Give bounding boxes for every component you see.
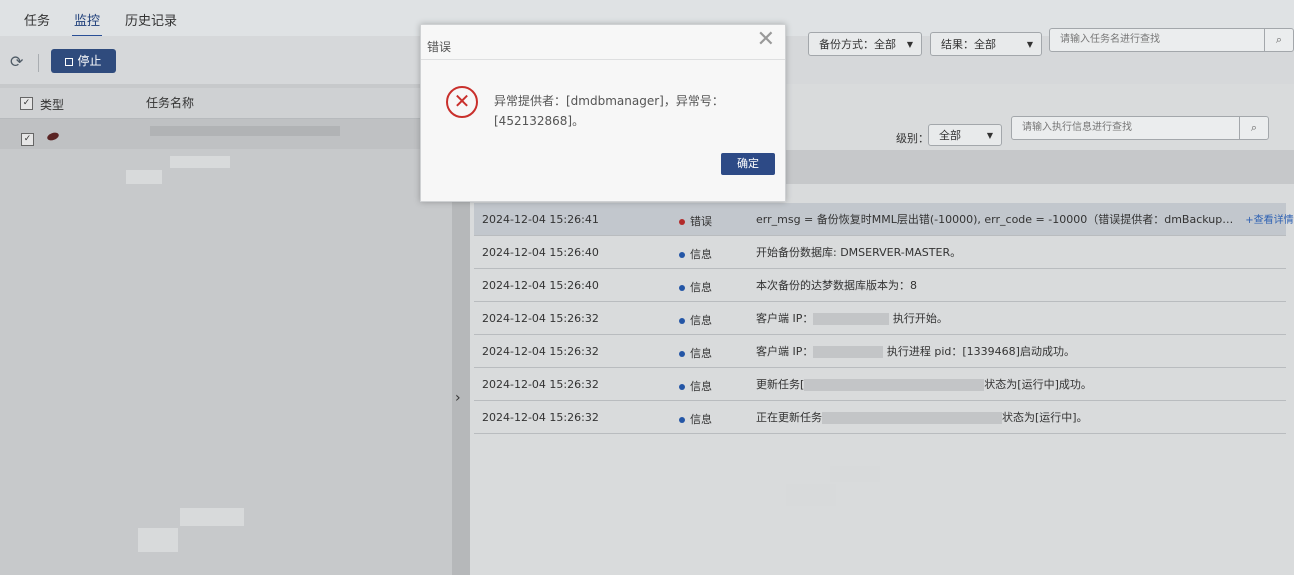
ok-button[interactable]: 确定 <box>721 153 775 175</box>
info-dot-icon <box>679 417 685 423</box>
refresh-icon[interactable]: ⟳ <box>10 54 26 70</box>
toolbar-divider <box>38 54 39 72</box>
log-row[interactable]: 2024-12-04 15:26:32 信息 正在更新任务 状态为[运行中]。 <box>474 401 1286 434</box>
dialog-title: 错误 <box>427 40 452 54</box>
col-type: 类型 <box>40 98 65 112</box>
error-dialog: 错误 ✕ ✕ 异常提供者：[dmdbmanager]，异常号：[45213286… <box>420 24 786 202</box>
redaction-mark <box>126 170 162 184</box>
log-message: 开始备份数据库: DMSERVER-MASTER。 <box>756 246 962 259</box>
search-icon[interactable]: ⌕ <box>1239 117 1268 139</box>
info-dot-icon <box>679 351 685 357</box>
redaction-mark <box>138 528 178 552</box>
chevron-right-icon[interactable]: › <box>455 390 461 406</box>
log-time: 2024-12-04 15:26:32 <box>482 411 599 424</box>
tab-tasks[interactable]: 任务 <box>24 10 50 29</box>
redacted-task-name <box>822 412 1002 424</box>
search-icon[interactable]: ⌕ <box>1264 29 1293 51</box>
log-time: 2024-12-04 15:26:32 <box>482 312 599 325</box>
result-select[interactable]: 结果：全部 ▼ <box>930 32 1042 56</box>
tab-monitor[interactable]: 监控 <box>71 10 103 37</box>
dialog-title-bar: 错误 ✕ <box>421 25 785 60</box>
log-level: 错误 <box>679 213 712 229</box>
level-value: 全部 <box>939 129 961 142</box>
task-grid-header: ✓ 类型 任务名称 <box>0 88 452 119</box>
level-select[interactable]: 全部 ▼ <box>928 124 1002 146</box>
select-all-checkbox[interactable]: ✓ <box>20 97 33 110</box>
info-dot-icon <box>679 318 685 324</box>
backup-mode-select[interactable]: 备份方式：全部 ▼ <box>808 32 922 56</box>
task-search-placeholder: 请输入任务名进行查找 <box>1060 34 1160 45</box>
result-value: 结果：全部 <box>941 38 996 51</box>
redaction-mark <box>830 466 880 482</box>
error-dot-icon <box>679 219 685 225</box>
log-message: 客户端 IP： 执行进程 pid：[1339468]启动成功。 <box>756 345 1075 358</box>
info-dot-icon <box>679 384 685 390</box>
redaction-mark <box>786 484 836 506</box>
log-level: 信息 <box>679 312 712 328</box>
log-message: 更新任务[状态为[运行中]成功。 <box>756 378 1092 391</box>
log-row[interactable]: 2024-12-04 15:26:32 信息 更新任务[状态为[运行中]成功。 <box>474 368 1286 401</box>
log-time: 2024-12-04 15:26:32 <box>482 345 599 358</box>
log-row[interactable]: 2024-12-04 15:26:41 错误 err_msg = 备份恢复时MM… <box>474 203 1294 236</box>
level-label: 级别： <box>896 132 929 145</box>
redacted-ip <box>813 346 884 358</box>
chevron-down-icon: ▼ <box>986 131 993 140</box>
chevron-down-icon: ▼ <box>906 40 913 49</box>
log-level: 信息 <box>679 345 712 361</box>
row-checkbox[interactable]: ✓ <box>21 133 34 146</box>
log-level: 信息 <box>679 246 712 262</box>
close-icon[interactable]: ✕ <box>757 29 775 51</box>
log-message: 正在更新任务 状态为[运行中]。 <box>756 411 1088 424</box>
log-time: 2024-12-04 15:26:40 <box>482 246 599 259</box>
log-row[interactable]: 2024-12-04 15:26:32 信息 客户端 IP： 执行进程 pid：… <box>474 335 1286 368</box>
redaction-mark <box>170 156 230 168</box>
info-dot-icon <box>679 252 685 258</box>
log-search-placeholder: 请输入执行信息进行查找 <box>1022 122 1132 133</box>
info-dot-icon <box>679 285 685 291</box>
log-level: 信息 <box>679 279 712 295</box>
tab-history[interactable]: 历史记录 <box>125 10 177 29</box>
log-time: 2024-12-04 15:26:40 <box>482 279 599 292</box>
log-message: err_msg = 备份恢复时MML层出错(-10000), err_code … <box>756 213 1294 226</box>
log-search-input[interactable]: 请输入执行信息进行查找 ⌕ <box>1011 116 1269 140</box>
error-icon: ✕ <box>446 86 478 118</box>
stop-button-label: 停止 <box>77 54 102 68</box>
chevron-down-icon: ▼ <box>1026 40 1033 49</box>
log-row[interactable]: 2024-12-04 15:26:40 信息 开始备份数据库: DMSERVER… <box>474 236 1286 269</box>
log-time: 2024-12-04 15:26:41 <box>482 213 599 226</box>
redacted-task-name <box>804 379 985 391</box>
log-level: 信息 <box>679 411 712 427</box>
log-time: 2024-12-04 15:26:32 <box>482 378 599 391</box>
col-task-name: 任务名称 <box>146 96 195 110</box>
view-detail-link[interactable]: +查看详情 <box>1245 215 1293 226</box>
backup-mode-value: 备份方式：全部 <box>819 38 896 51</box>
task-name-redacted <box>150 126 340 136</box>
log-level: 信息 <box>679 378 712 394</box>
log-message: 客户端 IP： 执行开始。 <box>756 312 948 325</box>
redaction-mark <box>180 508 244 526</box>
redacted-ip <box>813 313 890 325</box>
log-row[interactable]: 2024-12-04 15:26:40 信息 本次备份的达梦数据库版本为：8 <box>474 269 1286 302</box>
stop-button[interactable]: 停止 <box>51 49 116 73</box>
stop-icon <box>65 57 74 66</box>
log-message: 本次备份的达梦数据库版本为：8 <box>756 279 917 292</box>
dialog-message: 异常提供者：[dmdbmanager]，异常号：[452132868]。 <box>494 94 724 128</box>
task-search-input[interactable]: 请输入任务名进行查找 ⌕ <box>1049 28 1294 52</box>
log-row[interactable]: 2024-12-04 15:26:32 信息 客户端 IP： 执行开始。 <box>474 302 1286 335</box>
